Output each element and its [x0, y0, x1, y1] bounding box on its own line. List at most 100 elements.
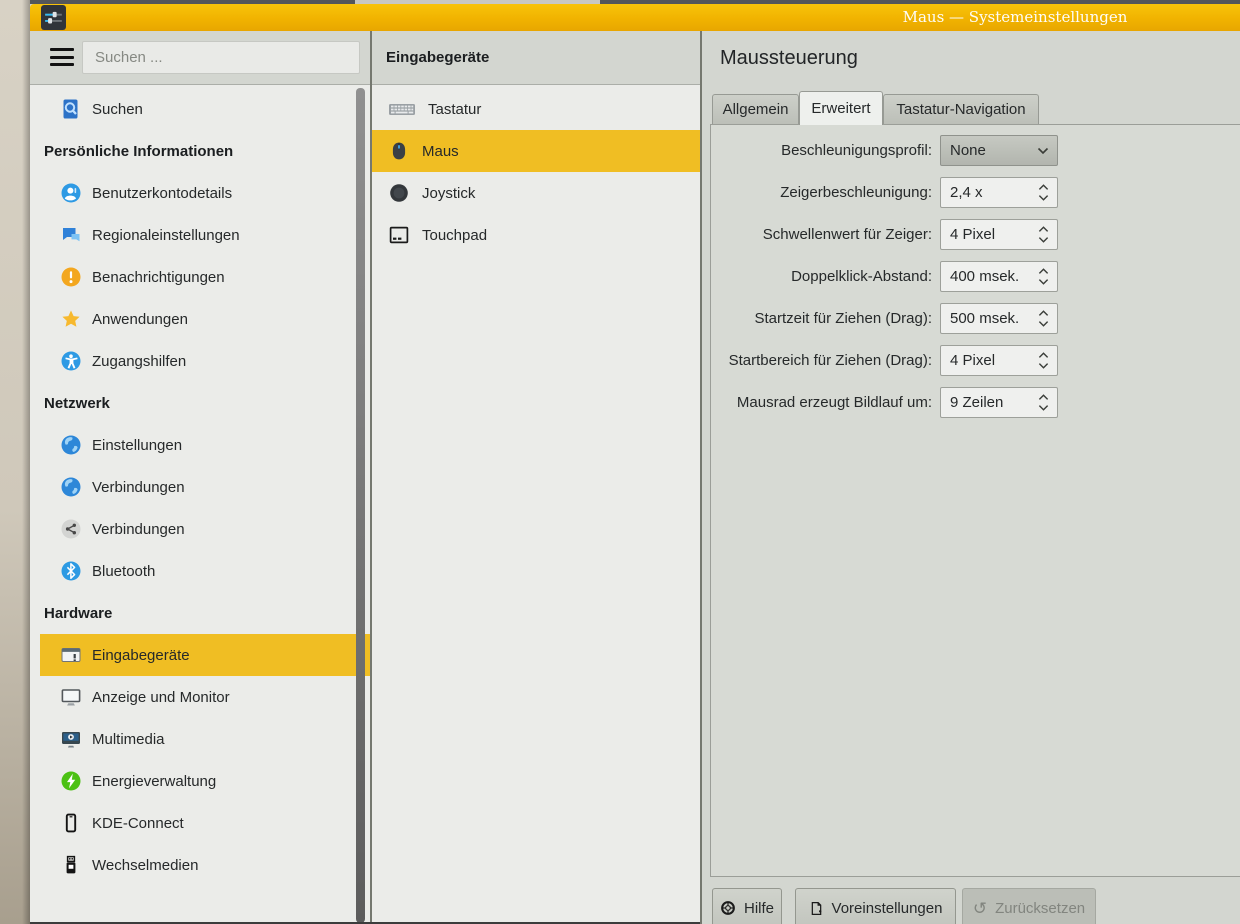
applications-star-icon [60, 308, 82, 330]
systemsettings-icon [41, 5, 66, 30]
page-title: Maussteuerung [720, 47, 858, 70]
display-monitor-icon [60, 686, 82, 708]
sidebar-section-header: Persönliche Informationen [44, 130, 370, 172]
help-icon [720, 900, 736, 916]
doubleclick-interval-spinbox[interactable]: 400 msek. [940, 261, 1058, 292]
spin-arrows-icon[interactable] [1036, 268, 1050, 285]
sidebar-item-label: Wechselmedien [92, 857, 198, 874]
device-list-header: Eingabegeräte [372, 31, 700, 85]
region-language-icon [60, 224, 82, 246]
defaults-button[interactable]: Voreinstellungen [795, 888, 956, 924]
mouse-icon [388, 140, 410, 162]
field-label: Beschleunigungsprofil: [710, 135, 932, 167]
tab-tastatur-navigation[interactable]: Tastatur-Navigation [883, 94, 1039, 124]
sidebar-item-wechselmedien[interactable]: Wechselmedien [40, 844, 370, 886]
sidebar-item-label: Anzeige und Monitor [92, 689, 230, 706]
field-label: Startbereich für Ziehen (Drag): [710, 345, 932, 377]
sidebar-item-label: Regionaleinstellungen [92, 227, 240, 244]
pointer-acceleration-spinbox[interactable]: 2,4 x [940, 177, 1058, 208]
device-item-label: Tastatur [428, 101, 481, 118]
multimedia-icon [60, 728, 82, 750]
keyboard-icon [388, 98, 416, 120]
sidebar-item-netzwerk-einstellungen[interactable]: Einstellungen [40, 424, 370, 466]
device-list: Tastatur Maus Joystick Touchpad [372, 85, 700, 924]
sidebar-scrollbar[interactable] [356, 88, 365, 923]
field-label: Startzeit für Ziehen (Drag): [710, 303, 932, 335]
sidebar-item-anzeige-und-monitor[interactable]: Anzeige und Monitor [40, 676, 370, 718]
drag-start-time-spinbox[interactable]: 500 msek. [940, 303, 1058, 334]
field-label: Zeigerbeschleunigung: [710, 177, 932, 209]
sidebar-item-kde-connect[interactable]: KDE-Connect [40, 802, 370, 844]
device-list-column: Eingabegeräte Tastatur Maus Joystick [372, 31, 700, 924]
device-item-touchpad[interactable]: Touchpad [372, 214, 700, 256]
reset-button[interactable]: ↺ Zurücksetzen [962, 888, 1096, 924]
wheel-scroll-lines-spinbox[interactable]: 9 Zeilen [940, 387, 1058, 418]
sidebar-item-label: Zugangshilfen [92, 353, 186, 370]
device-item-joystick[interactable]: Joystick [372, 172, 700, 214]
column-divider [700, 31, 702, 924]
sidebar-item-label: Energieverwaltung [92, 773, 216, 790]
spin-arrows-icon[interactable] [1036, 184, 1050, 201]
share-icon [60, 518, 82, 540]
categories-sidebar: Suchen Persönliche Informationen Benutze… [30, 31, 370, 924]
joystick-icon [388, 182, 410, 204]
accessibility-icon [60, 350, 82, 372]
touchpad-icon [388, 224, 410, 246]
sidebar-item-label: Suchen [92, 101, 143, 118]
window-titlebar[interactable]: Maus — Systemeinstellungen [30, 4, 1240, 31]
pointer-threshold-spinbox[interactable]: 4 Pixel [940, 219, 1058, 250]
desktop: Maus — Systemeinstellungen Suchen Persön… [0, 0, 1240, 924]
sidebar-header [30, 31, 370, 85]
sidebar-item-label: Bluetooth [92, 563, 155, 580]
field-label: Schwellenwert für Zeiger: [710, 219, 932, 251]
sidebar-item-label: Anwendungen [92, 311, 188, 328]
device-item-tastatur[interactable]: Tastatur [372, 88, 700, 130]
sidebar-item-anwendungen[interactable]: Anwendungen [40, 298, 370, 340]
sidebar-item-benutzerkontodetails[interactable]: Benutzerkontodetails [40, 172, 370, 214]
globe-icon [60, 476, 82, 498]
help-button[interactable]: Hilfe [712, 888, 782, 924]
sidebar-item-verbindungen-1[interactable]: Verbindungen [40, 466, 370, 508]
sidebar-item-label: Eingabegeräte [92, 647, 190, 664]
hamburger-menu-icon[interactable] [50, 48, 74, 67]
acceleration-profile-combobox[interactable]: None [940, 135, 1058, 166]
bluetooth-icon [60, 560, 82, 582]
sidebar-item-label: Einstellungen [92, 437, 182, 454]
sidebar-item-suchen[interactable]: Suchen [40, 88, 370, 130]
sidebar-item-zugangshilfen[interactable]: Zugangshilfen [40, 340, 370, 382]
device-item-maus[interactable]: Maus [372, 130, 700, 172]
notifications-icon [60, 266, 82, 288]
spin-arrows-icon[interactable] [1036, 352, 1050, 369]
sidebar-item-label: Verbindungen [92, 521, 185, 538]
energy-icon [60, 770, 82, 792]
sidebar-item-verbindungen-2[interactable]: Verbindungen [40, 508, 370, 550]
globe-icon [60, 434, 82, 456]
sidebar-item-label: KDE-Connect [92, 815, 184, 832]
sidebar-item-regionaleinstellungen[interactable]: Regionaleinstellungen [40, 214, 370, 256]
drag-start-distance-spinbox[interactable]: 4 Pixel [940, 345, 1058, 376]
spin-arrows-icon[interactable] [1036, 310, 1050, 327]
sidebar-item-label: Benutzerkontodetails [92, 185, 232, 202]
chevron-down-icon [1036, 147, 1050, 155]
sidebar-item-benachrichtigungen[interactable]: Benachrichtigungen [40, 256, 370, 298]
spin-arrows-icon[interactable] [1036, 226, 1050, 243]
field-label: Doppelklick-Abstand: [710, 261, 932, 293]
sidebar-item-label: Multimedia [92, 731, 165, 748]
device-item-label: Maus [422, 143, 459, 160]
spin-arrows-icon[interactable] [1036, 394, 1050, 411]
undo-icon: ↺ [973, 900, 987, 917]
column-divider [370, 31, 372, 924]
tab-erweitert[interactable]: Erweitert [799, 91, 883, 125]
phone-icon [60, 812, 82, 834]
input-devices-icon [60, 644, 82, 666]
sidebar-item-energieverwaltung[interactable]: Energieverwaltung [40, 760, 370, 802]
tab-allgemein[interactable]: Allgemein [712, 94, 799, 124]
usb-stick-icon [60, 854, 82, 876]
sidebar-item-bluetooth[interactable]: Bluetooth [40, 550, 370, 592]
search-input[interactable] [82, 41, 360, 74]
settings-panel: Maussteuerung Allgemein Erweitert Tastat… [702, 31, 1240, 924]
sidebar-section-header: Netzwerk [44, 382, 370, 424]
sidebar-item-label: Benachrichtigungen [92, 269, 225, 286]
sidebar-item-multimedia[interactable]: Multimedia [40, 718, 370, 760]
sidebar-item-eingabegeraete[interactable]: Eingabegeräte [40, 634, 370, 676]
